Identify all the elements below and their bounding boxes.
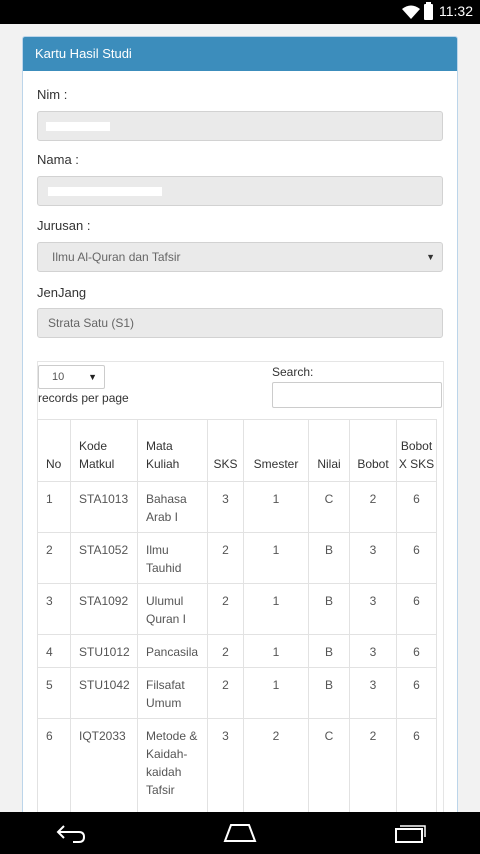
- nim-field: [37, 111, 443, 141]
- cell-bobot-x-sks: 6: [396, 634, 437, 668]
- cell-no: 5: [37, 667, 71, 719]
- redacted-value: [48, 187, 162, 196]
- cell-bobot-x-sks: 6: [396, 481, 437, 533]
- cell-bobot: 3: [349, 583, 397, 635]
- khs-table: No Kode Matkul Mata Kuliah SKS Smester N…: [37, 419, 437, 812]
- cell-mata: Ulumul Quran I: [137, 583, 208, 635]
- status-bar: 11:32: [0, 0, 480, 24]
- header-mata-kuliah[interactable]: Mata Kuliah: [137, 419, 208, 482]
- cell-nilai: B: [308, 532, 350, 584]
- cell-sks: 2: [207, 634, 244, 668]
- cell-semester: 1: [243, 532, 309, 584]
- cell-sks: 2: [207, 667, 244, 719]
- table-row: 3 STA1092 Ulumul Quran I 2 1 B 3 6: [37, 583, 437, 635]
- cell-bobot-x-sks: 6: [396, 532, 437, 584]
- header-bobot[interactable]: Bobot: [349, 419, 397, 482]
- battery-icon: [424, 2, 433, 20]
- header-no[interactable]: No: [37, 419, 71, 482]
- search-label: Search:: [272, 365, 314, 379]
- dropdown-caret-icon: ▼: [88, 372, 97, 382]
- cell-kode: STA1092: [70, 583, 138, 635]
- khs-panel: Kartu Hasil Studi Nim : Nama : Jurusan :…: [22, 36, 458, 812]
- cell-no: 2: [37, 532, 71, 584]
- cell-bobot: 2: [349, 481, 397, 533]
- page-content[interactable]: Kartu Hasil Studi Nim : Nama : Jurusan :…: [0, 24, 480, 812]
- cell-semester: 2: [243, 718, 309, 812]
- cell-no: 6: [37, 718, 71, 812]
- home-icon[interactable]: [222, 822, 258, 844]
- search-input[interactable]: [272, 382, 442, 408]
- nama-field: [37, 176, 443, 206]
- page-length-select[interactable]: 10 ▼: [38, 365, 105, 389]
- nama-label: Nama :: [37, 152, 79, 167]
- cell-bobot-x-sks: 6: [396, 718, 437, 812]
- header-kode-matkul[interactable]: Kode Matkul: [70, 419, 138, 482]
- panel-title: Kartu Hasil Studi: [23, 37, 457, 71]
- table-row: 1 STA1013 Bahasa Arab I 3 1 C 2 6: [37, 481, 437, 533]
- cell-sks: 2: [207, 532, 244, 584]
- jurusan-select[interactable]: Ilmu Al-Quran dan Tafsir ▼: [37, 242, 443, 272]
- cell-semester: 1: [243, 634, 309, 668]
- header-sks[interactable]: SKS: [207, 419, 244, 482]
- cell-bobot: 3: [349, 532, 397, 584]
- navigation-bar: [0, 812, 480, 854]
- table-row: 2 STA1052 Ilmu Tauhid 2 1 B 3 6: [37, 532, 437, 584]
- dropdown-caret-icon: ▼: [426, 252, 435, 262]
- cell-semester: 1: [243, 583, 309, 635]
- table-row: 6 IQT2033 Metode & Kaidah-kaidah Tafsir …: [37, 718, 437, 812]
- cell-no: 4: [37, 634, 71, 668]
- cell-nilai: B: [308, 634, 350, 668]
- cell-mata: Bahasa Arab I: [137, 481, 208, 533]
- cell-mata: Metode & Kaidah-kaidah Tafsir: [137, 718, 208, 812]
- table-row: 4 STU1012 Pancasila 2 1 B 3 6: [37, 634, 437, 668]
- nim-label: Nim :: [37, 87, 68, 102]
- status-time: 11:32: [439, 3, 473, 19]
- cell-nilai: B: [308, 583, 350, 635]
- cell-sks: 3: [207, 481, 244, 533]
- jenjang-value: Strata Satu (S1): [48, 316, 135, 330]
- jenjang-field: Strata Satu (S1): [37, 308, 443, 338]
- cell-nilai: C: [308, 481, 350, 533]
- cell-kode: STU1012: [70, 634, 138, 668]
- cell-kode: IQT2033: [70, 718, 138, 812]
- page-length-value: 10: [52, 371, 65, 383]
- cell-mata: Ilmu Tauhid: [137, 532, 208, 584]
- cell-semester: 1: [243, 667, 309, 719]
- cell-mata: Filsafat Umum: [137, 667, 208, 719]
- cell-bobot-x-sks: 6: [396, 667, 437, 719]
- jurusan-label: Jurusan :: [37, 218, 91, 233]
- jurusan-value: Ilmu Al-Quran dan Tafsir: [52, 250, 181, 264]
- cell-kode: STU1042: [70, 667, 138, 719]
- cell-mata: Pancasila: [137, 634, 208, 668]
- redacted-value: [46, 122, 110, 131]
- cell-semester: 1: [243, 481, 309, 533]
- cell-sks: 3: [207, 718, 244, 812]
- header-semester[interactable]: Smester: [243, 419, 309, 482]
- cell-bobot: 2: [349, 718, 397, 812]
- back-icon[interactable]: [55, 822, 87, 844]
- header-nilai[interactable]: Nilai: [308, 419, 350, 482]
- cell-nilai: C: [308, 718, 350, 812]
- cell-bobot: 3: [349, 667, 397, 719]
- cell-nilai: B: [308, 667, 350, 719]
- wifi-icon: [402, 5, 420, 19]
- cell-no: 1: [37, 481, 71, 533]
- cell-sks: 2: [207, 583, 244, 635]
- table-header-row: No Kode Matkul Mata Kuliah SKS Smester N…: [37, 419, 437, 482]
- cell-no: 3: [37, 583, 71, 635]
- table-row: 5 STU1042 Filsafat Umum 2 1 B 3 6: [37, 667, 437, 719]
- header-bobot-x-sks[interactable]: Bobot X SKS: [396, 419, 437, 482]
- recents-icon[interactable]: [392, 822, 428, 844]
- records-per-page-label: records per page: [38, 391, 129, 405]
- jenjang-label: JenJang: [37, 285, 87, 300]
- cell-kode: STA1013: [70, 481, 138, 533]
- cell-bobot-x-sks: 6: [396, 583, 437, 635]
- cell-kode: STA1052: [70, 532, 138, 584]
- cell-bobot: 3: [349, 634, 397, 668]
